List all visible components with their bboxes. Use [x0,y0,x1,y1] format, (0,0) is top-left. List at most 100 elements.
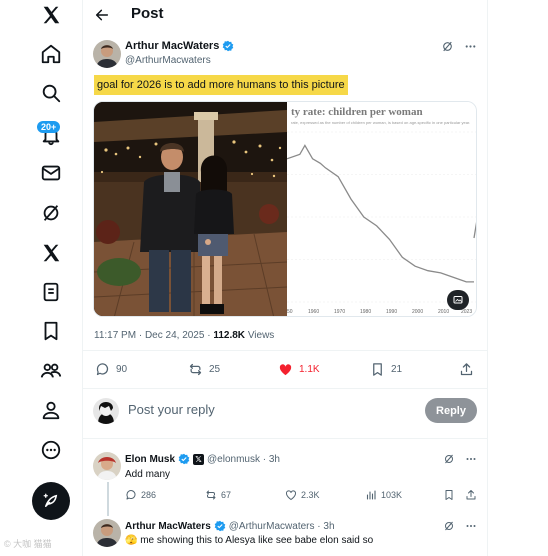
heart-filled-icon [279,364,292,376]
author-handle[interactable]: @ArthurMacwaters [125,55,211,66]
chart-tick-label: 2023 [461,309,473,315]
tweet-actions: 90 25 1.1K 21 [83,356,489,386]
grok-icon[interactable] [31,193,71,233]
tweet-meta: 11:17 PM · Dec 24, 2025 · 112.8K Views [94,330,274,341]
profile-icon[interactable] [31,390,71,430]
home-icon[interactable] [31,34,71,74]
repost-count: 25 [209,364,221,375]
bookmark-icon [445,490,453,500]
reply-author: Elon Musk 𝕏 @elonmusk · 3h [125,453,280,465]
bookmark-count: 21 [391,364,403,375]
couple-photo[interactable] [94,102,287,316]
alt-badge-button[interactable] [447,290,469,310]
share-button[interactable] [459,362,474,377]
reply-button[interactable]: 286 [125,489,156,501]
reply-input[interactable]: Post your reply [128,402,215,417]
reply-text: 🫣 me showing this to Alesya like see bab… [125,535,374,546]
divider [83,388,489,389]
x-affiliate-badge-icon: 𝕏 [193,453,205,465]
post-top-actions [441,40,477,53]
divider [83,350,489,351]
more-options-icon[interactable] [31,430,71,470]
tweet-text: goal for 2026 is to add more humans to t… [94,75,348,95]
current-user-avatar[interactable] [93,398,119,424]
repost-button[interactable]: 25 [188,362,220,377]
more-horizontal-icon[interactable] [465,453,477,465]
chart-tick-label: 1970 [334,309,346,315]
reply-icon [96,363,109,376]
main-column: Post Arthur MacWaters @ArthurMacwaters g… [82,0,489,556]
compose-post-button[interactable] [32,482,70,520]
divider [83,438,489,439]
back-arrow-icon[interactable] [91,4,113,26]
grok-icon[interactable] [443,453,455,465]
author-name[interactable]: Arthur MacWaters [125,40,234,52]
repost-icon [189,363,202,376]
reply-top-actions [443,520,477,532]
more-horizontal-icon[interactable] [465,520,477,532]
reply-icon [126,490,136,500]
like-button[interactable]: 2.3K [285,489,320,501]
reply-author-handle[interactable]: @ArthurMacwaters · 3h [229,521,335,532]
bookmarks-icon[interactable] [31,311,71,351]
reply-author-handle[interactable]: @elonmusk · 3h [207,454,280,465]
post-header: Post [83,0,489,30]
like-button[interactable]: 1.1K [278,362,320,377]
chart-series-line-tail [473,222,476,239]
bookmark-icon [373,363,382,376]
more-horizontal-icon[interactable] [464,40,477,53]
reply-text: Add many [125,469,171,480]
heart-outline-icon [286,490,296,501]
reply-author-name[interactable]: Arthur MacWaters [125,521,211,532]
tweet-media[interactable]: ty rate: children per woman rate, expres… [93,101,477,317]
reply-count: 286 [141,490,157,500]
reply-author-name[interactable]: Elon Musk [125,454,175,465]
author-avatar[interactable] [93,40,121,68]
x-logo-icon[interactable] [31,0,71,35]
chart-tick-label: 2000 [412,309,424,315]
reply-avatar-arthur[interactable] [93,519,121,547]
image-edit-icon [453,296,463,304]
repost-button[interactable]: 67 [205,489,231,501]
grok-icon[interactable] [443,520,455,532]
verified-badge-icon [214,520,226,532]
reply-top-actions [443,453,477,465]
chart-plot [287,131,476,303]
grok-icon[interactable] [441,40,454,53]
chart-series-line [287,144,474,283]
left-nav: 20+ [0,0,82,556]
like-count: 2.3K [301,490,320,500]
reply-count: 90 [116,364,128,375]
views-count: 103K [381,490,403,500]
tweet-timestamp[interactable]: 11:17 PM · Dec 24, 2025 · [94,330,213,341]
like-count: 1.1K [299,364,320,375]
notifications-badge: 20+ [37,121,61,133]
share-button[interactable] [465,489,477,501]
lists-icon[interactable] [31,272,71,312]
reply-button[interactable]: 90 [95,362,127,377]
bookmark-button[interactable] [443,489,455,501]
fertility-rate-chart[interactable]: ty rate: children per woman rate, expres… [287,102,476,316]
bookmark-button[interactable]: 21 [370,362,402,377]
repost-count: 67 [221,490,232,500]
reply-author: Arthur MacWaters @ArthurMacwaters · 3h [125,520,335,532]
reply-avatar-elon[interactable] [93,452,121,480]
verified-badge-icon [222,40,234,52]
search-icon[interactable] [31,73,71,113]
views-button[interactable]: 103K [365,489,402,501]
communities-icon[interactable] [31,351,71,391]
repost-icon [206,490,216,500]
reply-submit-button[interactable]: Reply [425,398,477,423]
messages-envelope-icon[interactable] [31,153,71,193]
page-title: Post [131,5,164,22]
reply-actions: 286 67 2.3K 103K [83,489,489,505]
x-premium-icon[interactable] [31,233,71,273]
chart-tick-label: 50 [287,309,293,315]
share-icon [460,363,473,376]
watermark: © 大咖 猫猫 [4,539,52,549]
chart-tick-label: 2010 [438,309,450,315]
right-margin [488,0,548,556]
views-label: Views [247,330,275,341]
chart-tick-label: 1990 [386,309,398,315]
share-icon [466,490,476,500]
